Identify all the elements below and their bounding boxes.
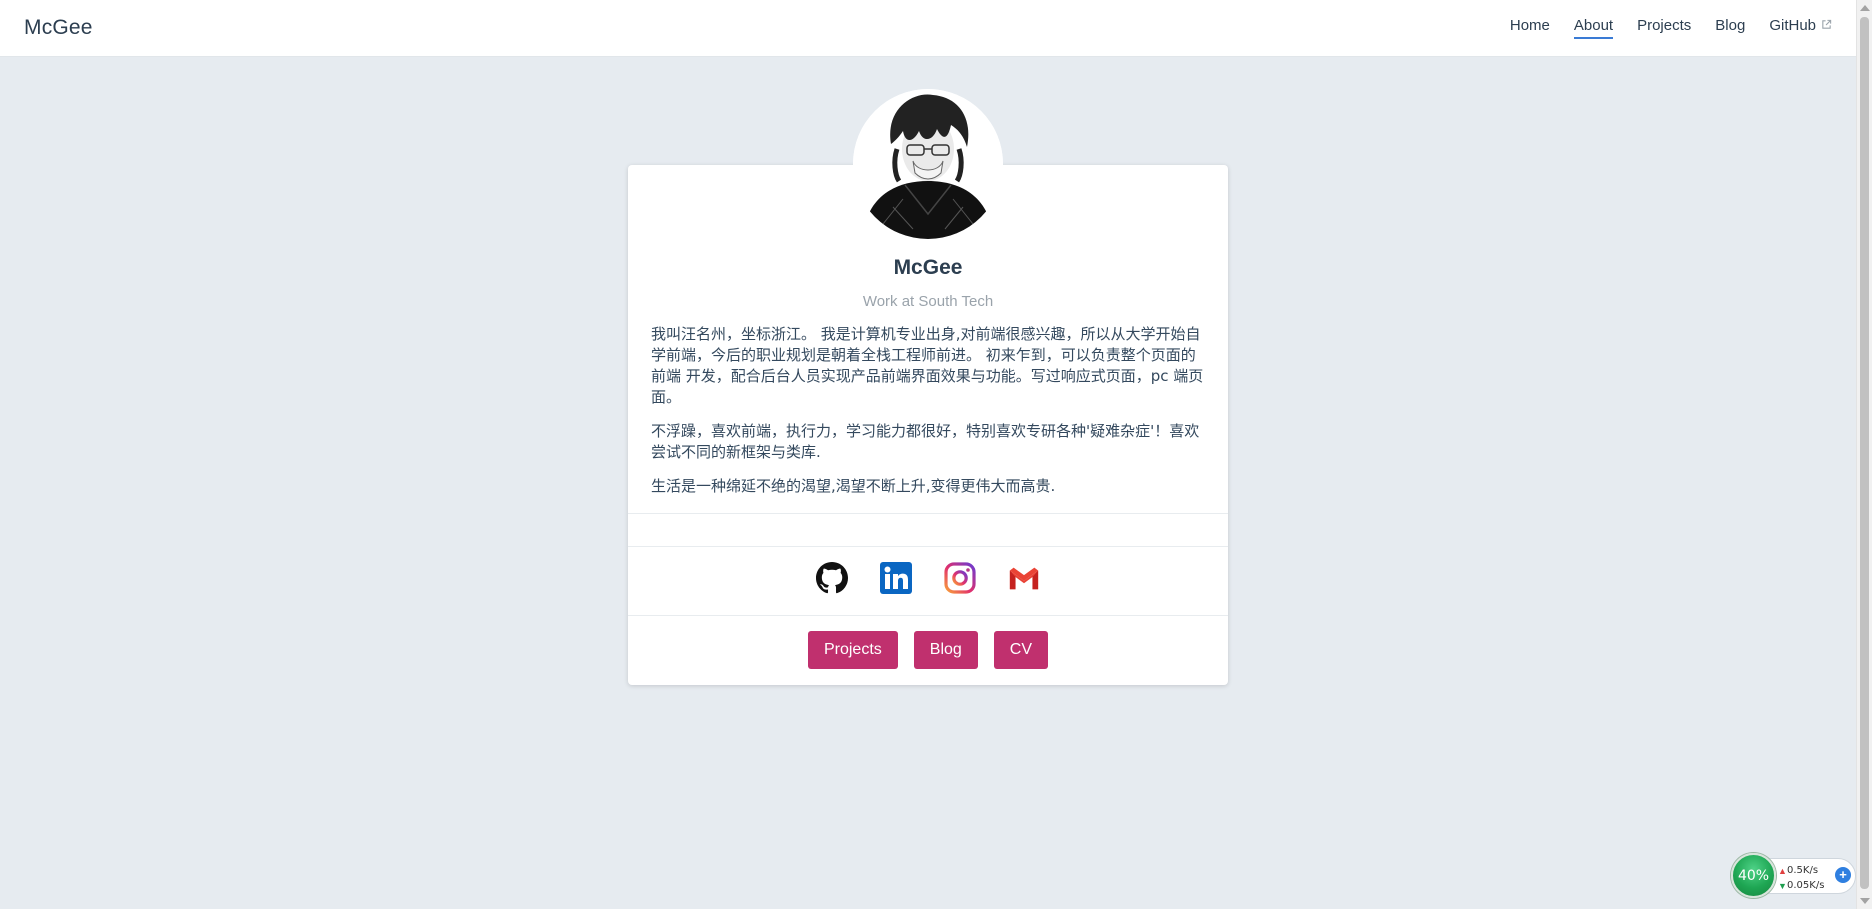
social-links — [628, 561, 1228, 597]
profile-name: McGee — [893, 256, 963, 279]
gmail-icon — [1009, 567, 1039, 590]
action-buttons: Projects Blog CV — [628, 631, 1228, 669]
instagram-icon — [944, 562, 976, 594]
site-brand[interactable]: McGee — [24, 16, 93, 40]
github-icon — [816, 562, 848, 594]
nav-github-link[interactable]: GitHub — [1769, 17, 1832, 39]
scroll-down-icon[interactable] — [1860, 898, 1870, 904]
bio-paragraph: 生活是一种绵延不绝的渴望,渴望不断上升,变得更伟大而高贵. — [651, 477, 1056, 495]
profile-subtitle: Work at South Tech — [862, 293, 994, 310]
bio-paragraph: 不浮躁，喜欢前端，执行力，学习能力都很好，特别喜欢专研各种'疑难杂症'！喜欢尝试… — [651, 422, 1200, 461]
plus-icon[interactable]: + — [1835, 867, 1851, 883]
card-divider — [628, 513, 1228, 514]
external-link-icon — [1822, 19, 1832, 29]
gmail-link[interactable] — [1008, 561, 1040, 595]
linkedin-icon — [880, 562, 912, 594]
nav-projects-link[interactable]: Projects — [1637, 17, 1691, 39]
download-arrow-icon: ▼ — [1778, 881, 1787, 891]
nav-blog-link[interactable]: Blog — [1715, 17, 1745, 39]
scrollbar-thumb[interactable] — [1860, 17, 1869, 889]
nav-home-link[interactable]: Home — [1510, 17, 1550, 39]
nav-links: Home About Projects Blog GitHub — [1510, 17, 1832, 39]
github-link[interactable] — [816, 561, 848, 595]
page-scrollbar[interactable] — [1856, 0, 1872, 909]
blog-button[interactable]: Blog — [913, 631, 978, 669]
scroll-up-icon[interactable] — [1860, 5, 1870, 11]
linkedin-link[interactable] — [880, 561, 912, 595]
profile-bio: 我叫汪名州，坐标浙江。 我是计算机专业出身,对前端很感兴趣，所以从大学开始自学前… — [651, 324, 1207, 510]
memory-percent: 40% — [1737, 867, 1770, 884]
upload-arrow-icon: ▲ — [1778, 866, 1787, 876]
nav-about-link[interactable]: About — [1573, 17, 1614, 39]
upload-speed: 0.5K/s — [1787, 865, 1819, 876]
avatar-illustration — [853, 89, 1003, 239]
cv-button[interactable]: CV — [993, 631, 1049, 669]
card-divider — [628, 615, 1228, 616]
avatar — [853, 89, 1003, 239]
memory-usage-circle[interactable]: 40% — [1731, 853, 1776, 898]
nav-github-label: GitHub — [1769, 17, 1816, 34]
instagram-link[interactable] — [944, 561, 976, 595]
network-speed-widget[interactable]: 40% ▲ 0.5K/s ▼ 0.05K/s + — [1731, 853, 1856, 898]
top-navbar: McGee Home About Projects Blog GitHub — [0, 0, 1856, 57]
bio-paragraph: 我叫汪名州，坐标浙江。 我是计算机专业出身,对前端很感兴趣，所以从大学开始自学前… — [651, 325, 1204, 406]
download-speed: 0.05K/s — [1787, 880, 1825, 891]
card-divider — [628, 546, 1228, 547]
projects-button[interactable]: Projects — [807, 631, 898, 669]
